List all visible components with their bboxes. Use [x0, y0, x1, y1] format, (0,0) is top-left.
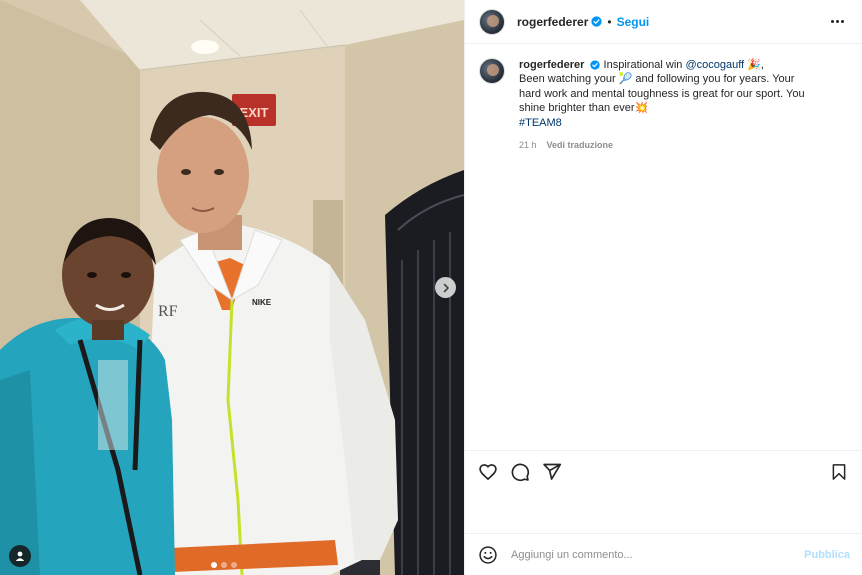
- caption-line2a: Been watching your: [519, 73, 619, 86]
- chevron-right-icon: [443, 283, 449, 292]
- more-dot: [831, 20, 834, 23]
- share-button[interactable]: [541, 461, 563, 483]
- caption-line1: Inspirational win: [603, 59, 686, 71]
- post-header: rogerfederer • Segui: [465, 0, 862, 44]
- post-side-panel: rogerfederer • Segui rogerfederer Inspir…: [464, 0, 862, 575]
- comment-icon: [511, 463, 530, 481]
- carousel-dot-active: [211, 562, 217, 568]
- party-emoji: 🎉,: [747, 59, 764, 71]
- comment-input[interactable]: [511, 548, 805, 561]
- avatar[interactable]: [479, 8, 505, 35]
- likes-area: [465, 492, 862, 533]
- photo-scene: EXIT RF NIKE: [0, 0, 464, 575]
- heart-icon: [479, 463, 497, 480]
- see-translation-button[interactable]: Vedi traduzione: [547, 138, 614, 152]
- mention-link[interactable]: @cocogauff: [685, 59, 744, 71]
- save-button[interactable]: [828, 461, 850, 483]
- caption-meta: 21 h Vedi traduzione: [519, 138, 819, 152]
- caption-area: rogerfederer Inspirational win @cocogauf…: [465, 44, 862, 450]
- bookmark-icon: [832, 463, 846, 480]
- post-dialog: EXIT RF NIKE rogerfederer • Segui rogerf…: [0, 0, 862, 575]
- post-time[interactable]: 21 h: [519, 138, 537, 152]
- caption-text: rogerfederer Inspirational win @cocogauf…: [519, 58, 819, 130]
- caption-body: rogerfederer Inspirational win @cocogauf…: [519, 58, 819, 450]
- action-bar: [465, 450, 862, 492]
- post-photo[interactable]: EXIT RF NIKE: [0, 0, 464, 575]
- hashtag-link[interactable]: #TEAM8: [519, 117, 562, 129]
- rf-logo: RF: [158, 303, 178, 320]
- like-button[interactable]: [477, 461, 499, 483]
- more-dot: [836, 20, 839, 23]
- jacket-logo-text: NIKE: [252, 298, 272, 307]
- follow-button[interactable]: Segui: [617, 15, 650, 29]
- smiley-icon: [479, 545, 497, 564]
- caption-avatar[interactable]: [479, 58, 505, 84]
- comment-button[interactable]: [509, 461, 531, 483]
- paper-plane-icon: [543, 463, 562, 480]
- verified-badge-icon: [590, 60, 601, 70]
- header-username[interactable]: rogerfederer: [517, 15, 588, 29]
- tennis-emoji: 🎾: [618, 73, 633, 86]
- user-tag-icon: [15, 551, 25, 561]
- verified-badge-icon: [591, 16, 603, 27]
- spark-emoji: 💥: [634, 102, 649, 115]
- emoji-picker-button[interactable]: [477, 544, 499, 566]
- carousel-next-button[interactable]: [435, 277, 456, 298]
- more-dot: [841, 20, 844, 23]
- caption-username[interactable]: rogerfederer: [519, 59, 584, 71]
- carousel-dot: [231, 562, 237, 568]
- more-options-button[interactable]: [827, 16, 848, 27]
- carousel-dot: [221, 562, 227, 568]
- header-separator: •: [607, 14, 612, 29]
- tagged-users-button[interactable]: [9, 545, 31, 567]
- publish-button[interactable]: Pubblica: [804, 549, 850, 561]
- comment-form: Pubblica: [465, 533, 862, 575]
- carousel-dots: [211, 562, 237, 568]
